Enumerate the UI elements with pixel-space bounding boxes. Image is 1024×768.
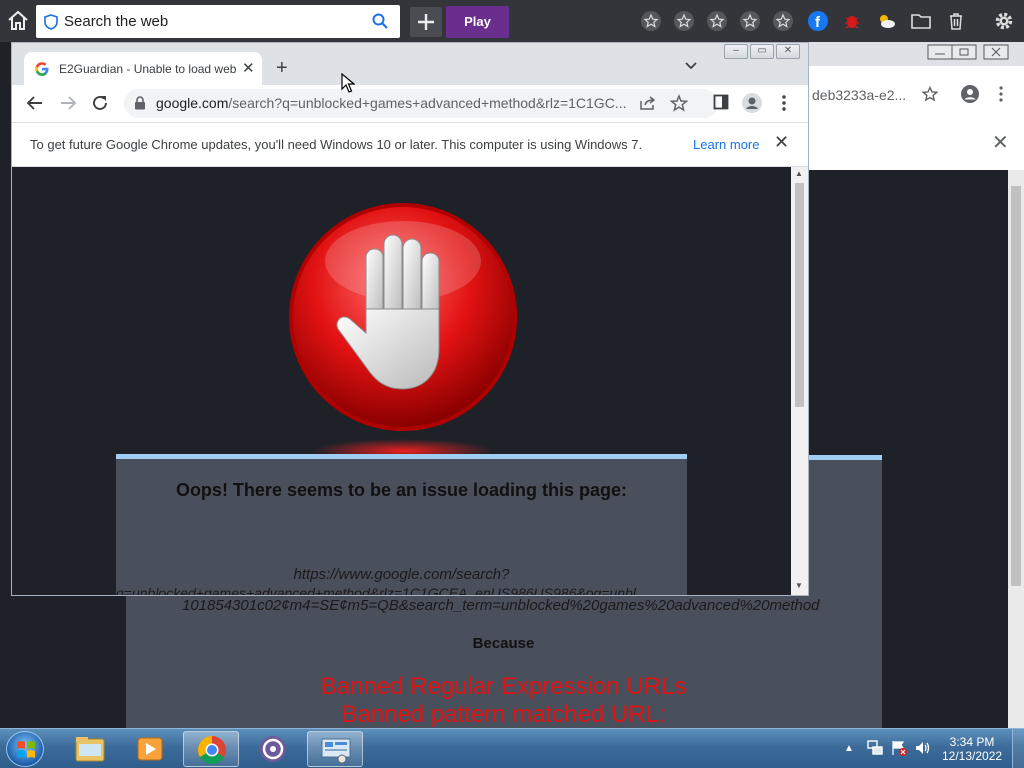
gear-icon[interactable] bbox=[993, 10, 1015, 32]
blocked-url-line1: https://www.google.com/search? bbox=[293, 566, 510, 583]
clock-time: 3:34 PM bbox=[949, 735, 995, 749]
window-controls: – ▭ ✕ bbox=[724, 44, 800, 60]
page-scrollbar[interactable]: ▲ ▼ bbox=[791, 167, 808, 595]
error-card: Oops! There seems to be an issue loading… bbox=[116, 454, 687, 595]
bookmark-star-icon[interactable] bbox=[921, 85, 939, 105]
scroll-up-icon[interactable]: ▲ bbox=[795, 169, 803, 178]
bookmark-star-icon[interactable] bbox=[669, 93, 689, 115]
taskbar-windows-explorer[interactable] bbox=[62, 731, 118, 767]
block-reason-category: Banned Regular Expression URLs bbox=[320, 673, 687, 700]
show-desktop-button[interactable] bbox=[1012, 729, 1024, 768]
lock-icon[interactable] bbox=[134, 96, 146, 113]
top-toolbar: Search the web Play f bbox=[0, 0, 1024, 42]
taskbar-app-circle[interactable] bbox=[245, 731, 301, 767]
background-browser-window: deb3233a-e2... ✕ bbox=[806, 42, 1024, 170]
back-icon[interactable] bbox=[26, 94, 44, 115]
background-scrollbar[interactable] bbox=[1008, 170, 1024, 730]
scrollbar-thumb[interactable] bbox=[1011, 186, 1021, 586]
close-window-button[interactable]: ✕ bbox=[776, 44, 800, 59]
tab-title: E2Guardian - Unable to load web bbox=[59, 62, 237, 76]
background-tab-strip bbox=[806, 42, 1024, 66]
weather-icon[interactable] bbox=[875, 10, 897, 32]
home-icon[interactable] bbox=[6, 9, 30, 33]
close-infobar-icon[interactable]: ✕ bbox=[992, 130, 1009, 155]
network-icon[interactable] bbox=[866, 739, 884, 760]
new-tab-icon[interactable]: + bbox=[276, 57, 288, 80]
clock[interactable]: 3:34 PM 12/13/2022 bbox=[942, 735, 1002, 763]
scroll-down-icon[interactable]: ▼ bbox=[795, 581, 803, 590]
maximize-button[interactable]: ▭ bbox=[750, 44, 774, 59]
taskbar: ▲ 3:34 PM 12/13/2022 bbox=[0, 728, 1024, 768]
browser-toolbar: google.com/search?q=unblocked+games+adva… bbox=[12, 85, 808, 122]
url-path: /search?q=unblocked+games+advanced+metho… bbox=[228, 95, 627, 111]
star-icon[interactable] bbox=[640, 10, 662, 32]
trash-icon[interactable] bbox=[945, 10, 967, 32]
tab-search-chevron-icon[interactable] bbox=[684, 59, 698, 74]
forward-icon[interactable] bbox=[59, 94, 77, 115]
url-host: google.com bbox=[156, 95, 229, 111]
reload-icon[interactable] bbox=[91, 94, 109, 115]
search-placeholder: Search the web bbox=[64, 13, 169, 30]
play-button[interactable]: Play bbox=[446, 6, 509, 38]
clock-date: 12/13/2022 bbox=[942, 749, 1003, 763]
show-hidden-icons-icon[interactable]: ▲ bbox=[844, 743, 854, 754]
learn-more-link[interactable]: Learn more bbox=[693, 137, 759, 152]
menu-icon[interactable] bbox=[998, 86, 1004, 105]
share-icon[interactable] bbox=[639, 95, 657, 114]
volume-icon[interactable] bbox=[914, 739, 932, 760]
google-favicon-icon bbox=[34, 61, 50, 77]
address-url: google.com/search?q=unblocked+games+adva… bbox=[156, 95, 630, 111]
taskbar-media-player[interactable] bbox=[122, 731, 178, 767]
block-reason-detail: Banned pattern matched URL: bbox=[341, 701, 666, 728]
taskbar-google-chrome[interactable] bbox=[183, 731, 239, 767]
side-panel-icon[interactable] bbox=[713, 94, 729, 113]
bug-icon[interactable] bbox=[841, 10, 863, 32]
action-center-flag-icon[interactable] bbox=[890, 739, 908, 760]
because-label: Because bbox=[472, 635, 535, 652]
stop-hand-icon bbox=[286, 199, 521, 463]
profile-icon[interactable] bbox=[960, 84, 980, 107]
star-icon[interactable] bbox=[739, 10, 761, 32]
infobar-message: To get future Google Chrome updates, you… bbox=[30, 137, 643, 152]
address-bar[interactable]: google.com/search?q=unblocked+games+adva… bbox=[124, 89, 718, 118]
close-tab-icon[interactable]: ✕ bbox=[242, 59, 255, 77]
facebook-icon[interactable]: f bbox=[807, 10, 829, 32]
page-content: Oops! There seems to be an issue loading… bbox=[12, 167, 791, 595]
chrome-window: – ▭ ✕ E2Guardian - Unable to load web ✕ … bbox=[11, 42, 809, 596]
tab-e2guardian[interactable]: E2Guardian - Unable to load web ✕ bbox=[24, 52, 262, 85]
mouse-cursor-icon bbox=[341, 72, 356, 96]
minimize-button[interactable]: – bbox=[724, 44, 748, 59]
shield-icon bbox=[44, 14, 58, 33]
web-search-input[interactable]: Search the web bbox=[36, 5, 400, 38]
error-heading: Oops! There seems to be an issue loading… bbox=[175, 480, 628, 500]
start-button[interactable] bbox=[6, 731, 44, 767]
folder-icon[interactable] bbox=[910, 10, 932, 32]
star-icon[interactable] bbox=[673, 10, 695, 32]
blocked-url-line2: q=unblocked+games+advanced+method&rlz=1C… bbox=[116, 585, 636, 595]
star-icon[interactable] bbox=[706, 10, 728, 32]
scrollbar-thumb[interactable] bbox=[795, 183, 804, 407]
system-tray: ▲ 3:34 PM 12/13/2022 bbox=[842, 735, 1022, 763]
search-icon[interactable] bbox=[372, 13, 388, 32]
taskbar-remote-desktop[interactable] bbox=[307, 731, 363, 767]
close-infobar-icon[interactable]: ✕ bbox=[774, 132, 789, 153]
chrome-menu-icon[interactable] bbox=[781, 94, 787, 115]
profile-avatar-icon[interactable] bbox=[741, 92, 763, 117]
star-icon[interactable] bbox=[772, 10, 794, 32]
update-infobar: To get future Google Chrome updates, you… bbox=[12, 122, 808, 167]
background-url-fragment[interactable]: deb3233a-e2... bbox=[812, 87, 906, 103]
blocked-url-line3: 101854301c02¢m4=SE¢m5=QB&search_term=unb… bbox=[182, 597, 820, 614]
add-button[interactable] bbox=[410, 7, 442, 37]
